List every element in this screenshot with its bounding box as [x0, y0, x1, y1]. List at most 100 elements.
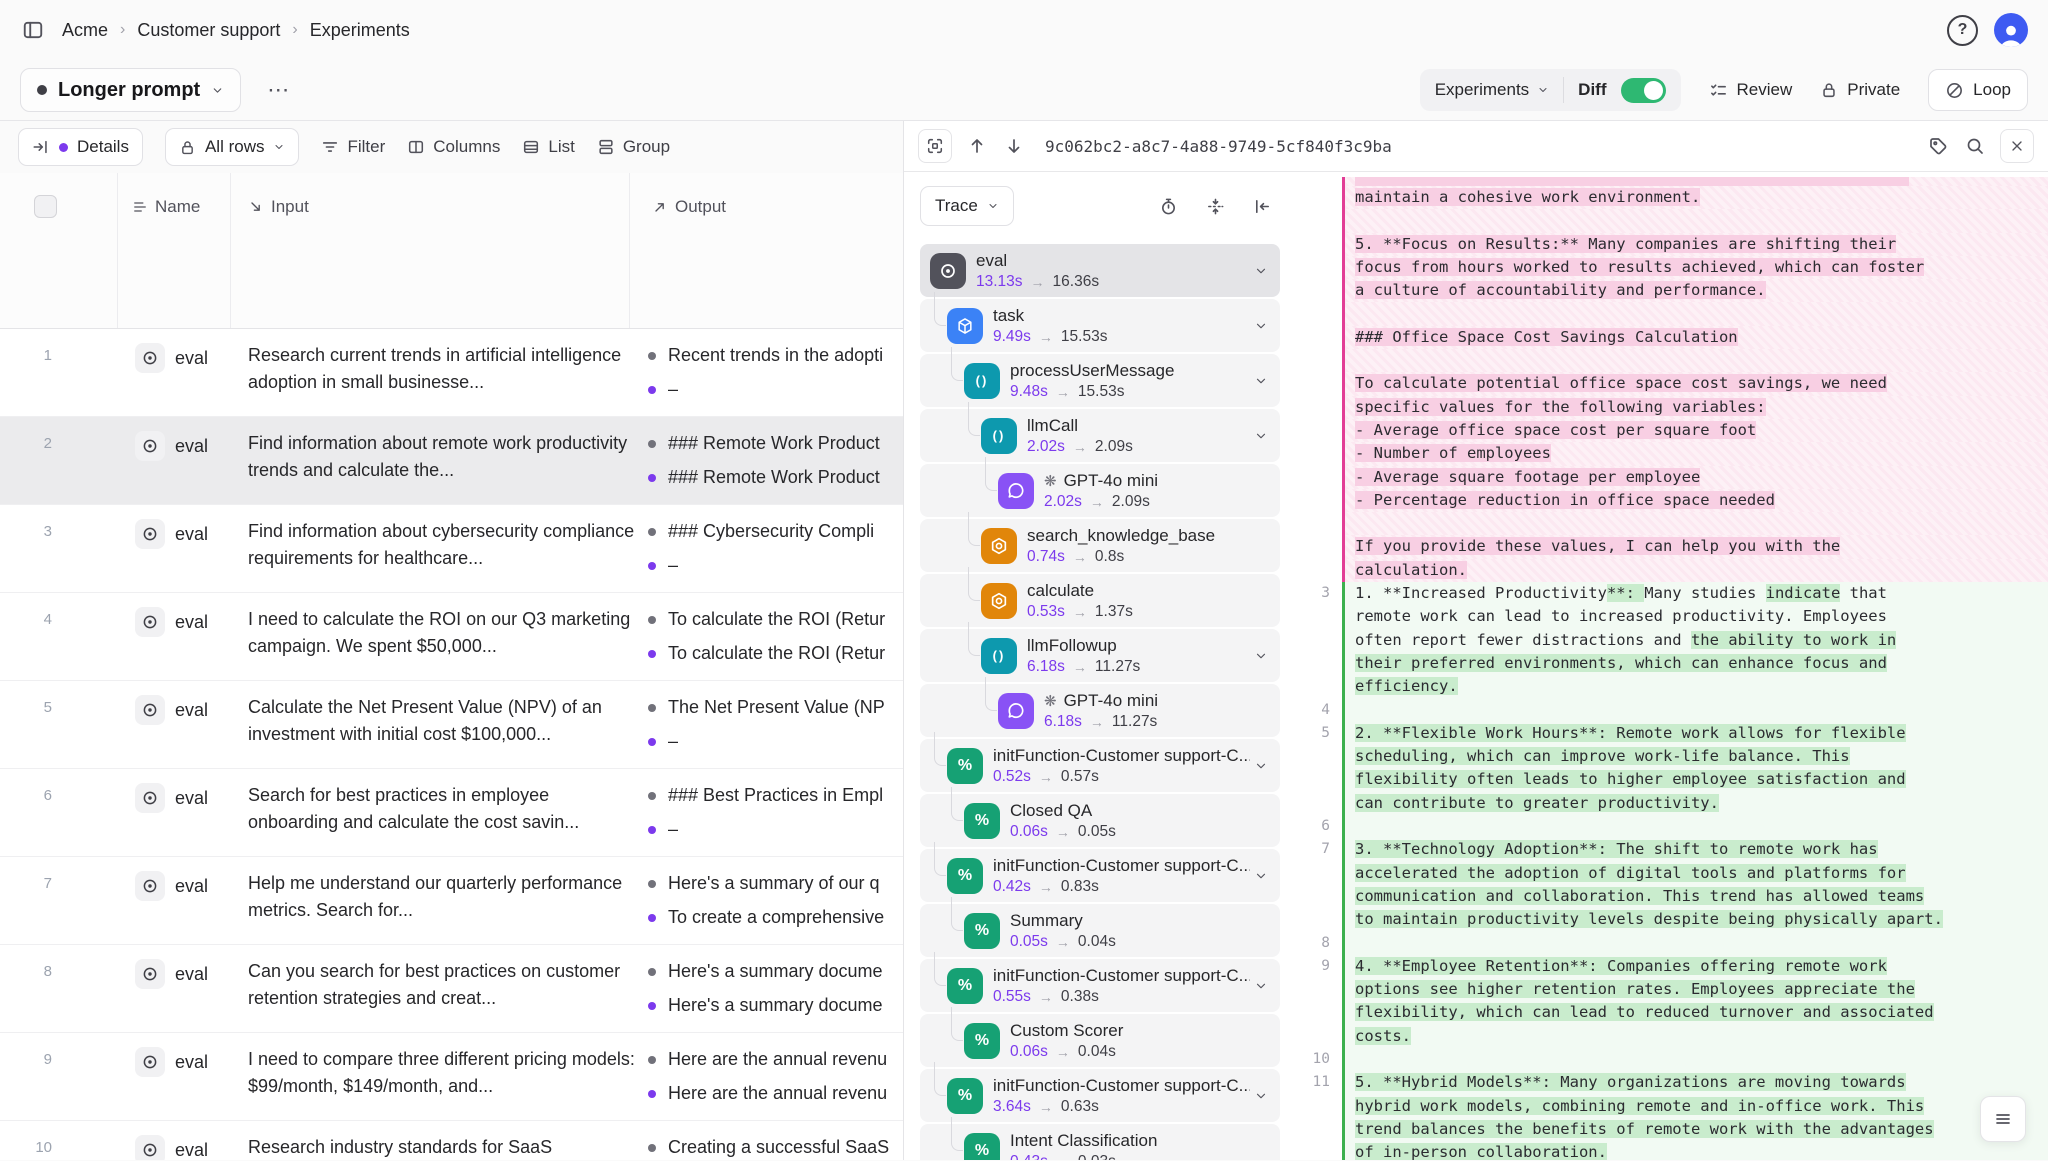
- column-header-name[interactable]: Name: [132, 197, 200, 217]
- previous-row-button[interactable]: [965, 134, 989, 158]
- diff-line-removed: [1292, 302, 2048, 325]
- close-panel-button[interactable]: [2000, 129, 2034, 163]
- table-row[interactable]: 3evalFind information about cybersecurit…: [0, 505, 903, 593]
- columns-icon: [407, 138, 425, 156]
- trace-span-row[interactable]: task9.49s→15.53s: [920, 299, 1280, 352]
- table-row[interactable]: 1evalResearch current trends in artifici…: [0, 329, 903, 417]
- list-icon: [522, 138, 540, 156]
- span-total: 16.36s: [1053, 273, 1100, 291]
- trace-span-row[interactable]: %Custom Scorer0.06s→0.04s: [920, 1014, 1280, 1067]
- table-row[interactable]: 5evalCalculate the Net Present Value (NP…: [0, 681, 903, 769]
- trace-view-dropdown[interactable]: Trace: [920, 186, 1014, 226]
- column-header-input[interactable]: Input: [248, 197, 309, 217]
- diff-line-text: - Average square footage per employee: [1345, 466, 2048, 489]
- table-row[interactable]: 4evalI need to calculate the ROI on our …: [0, 593, 903, 681]
- trace-span-row[interactable]: ()llmFollowup6.18s→11.27s: [920, 629, 1280, 682]
- list-button[interactable]: List: [522, 137, 574, 157]
- select-all-checkbox[interactable]: [34, 195, 57, 218]
- diff-line-number: [1292, 1141, 1342, 1160]
- sidebar-toggle-icon[interactable]: [20, 17, 46, 43]
- cell-output: Here's a summary of our qTo create a com…: [648, 873, 903, 928]
- span-timing: 0.52s→0.57s: [993, 768, 1250, 786]
- chevron-down-icon[interactable]: [1254, 649, 1268, 663]
- private-button[interactable]: Private: [1820, 80, 1900, 100]
- output-line-1: Here's a summary of our q: [648, 873, 903, 894]
- arrow-right-icon: →: [1039, 329, 1053, 345]
- chevron-down-icon[interactable]: [1254, 319, 1268, 333]
- table-row[interactable]: 7evalHelp me understand our quarterly pe…: [0, 857, 903, 945]
- chevron-down-icon[interactable]: [1254, 759, 1268, 773]
- experiment-selector[interactable]: Longer prompt: [20, 68, 241, 112]
- trace-span-row[interactable]: search_knowledge_base0.74s→0.8s: [920, 519, 1280, 572]
- output-dot-icon: [648, 650, 656, 658]
- span-timing: 0.55s→0.38s: [993, 988, 1250, 1006]
- table-row[interactable]: 8evalCan you search for best practices o…: [0, 945, 903, 1033]
- outline-button[interactable]: [1980, 1096, 2026, 1142]
- diff-line-number: [1292, 908, 1342, 931]
- next-row-button[interactable]: [1002, 134, 1026, 158]
- avatar[interactable]: [1994, 13, 2028, 47]
- chevron-down-icon[interactable]: [1254, 264, 1268, 278]
- span-name: calculate: [1027, 581, 1250, 601]
- more-actions-button[interactable]: ⋯: [259, 73, 298, 107]
- trace-span-row[interactable]: %Intent Classification0.43s→0.03s: [920, 1124, 1280, 1160]
- span-timing: 13.13s→16.36s: [976, 273, 1250, 291]
- collapse-rows-button[interactable]: [1204, 195, 1227, 218]
- expand-trace-button[interactable]: [918, 129, 952, 163]
- eval-icon: [135, 343, 165, 373]
- diff-line-number: [1292, 792, 1342, 815]
- span-total: 0.04s: [1078, 1043, 1116, 1061]
- collapse-panel-button[interactable]: [1251, 195, 1274, 218]
- details-button[interactable]: Details: [18, 128, 143, 166]
- help-icon[interactable]: ?: [1947, 15, 1978, 46]
- chevron-down-icon[interactable]: [1254, 979, 1268, 993]
- search-button[interactable]: [1963, 134, 1987, 158]
- breadcrumb-org[interactable]: Acme: [62, 20, 108, 41]
- breadcrumb-project[interactable]: Customer support: [137, 20, 280, 41]
- trace-span-row[interactable]: calculate0.53s→1.37s: [920, 574, 1280, 627]
- breadcrumb-section[interactable]: Experiments: [310, 20, 410, 41]
- diff-line-text: - Average office space cost per square f…: [1345, 419, 2048, 442]
- cell-output: To calculate the ROI (ReturTo calculate …: [648, 609, 903, 664]
- trace-span-row[interactable]: eval13.13s→16.36s: [920, 244, 1280, 297]
- group-button[interactable]: Group: [597, 137, 670, 157]
- table-row[interactable]: 2evalFind information about remote work …: [0, 417, 903, 505]
- review-button[interactable]: Review: [1709, 80, 1793, 100]
- trace-span-row[interactable]: ()llmCall2.02s→2.09s: [920, 409, 1280, 462]
- trace-span-row[interactable]: %Summary0.05s→0.04s: [920, 904, 1280, 957]
- table-row[interactable]: 9evalI need to compare three different p…: [0, 1033, 903, 1121]
- table-row[interactable]: 6evalSearch for best practices in employ…: [0, 769, 903, 857]
- diff-line-text: [1345, 932, 2048, 955]
- diff-line-removed: [1292, 209, 2048, 232]
- filter-button[interactable]: Filter: [321, 137, 385, 157]
- tag-button[interactable]: [1926, 134, 1950, 158]
- cell-input: Find information about cybersecurity com…: [248, 518, 644, 572]
- columns-button[interactable]: Columns: [407, 137, 500, 157]
- view-mode-dropdown[interactable]: Experiments: [1435, 80, 1549, 100]
- span-name: Intent Classification: [1010, 1131, 1250, 1151]
- chevron-down-icon[interactable]: [1254, 869, 1268, 883]
- trace-span-row[interactable]: ❋GPT-4o mini6.18s→11.27s: [920, 684, 1280, 737]
- chevron-down-icon[interactable]: [1254, 429, 1268, 443]
- chevron-down-icon[interactable]: [1254, 1089, 1268, 1103]
- table-row[interactable]: 10evalResearch industry standards for Sa…: [0, 1121, 903, 1160]
- trace-span-row[interactable]: %Closed QA0.06s→0.05s: [920, 794, 1280, 847]
- chevron-down-icon[interactable]: [1254, 374, 1268, 388]
- table-toolbar: Details All rows Filter Columns List: [0, 121, 903, 173]
- table-header: Name Input Output: [0, 173, 903, 329]
- trace-span-row[interactable]: %initFunction-Customer support-C...0.55s…: [920, 959, 1280, 1012]
- timer-icon: [1159, 197, 1178, 216]
- rows-filter-dropdown[interactable]: All rows: [165, 128, 300, 166]
- diff-line-added: scheduling, which can improve work-life …: [1292, 745, 2048, 768]
- diff-toggle[interactable]: [1621, 78, 1666, 103]
- row-index: 8: [0, 963, 52, 980]
- span-timing: 0.74s→0.8s: [1027, 548, 1250, 566]
- loop-button[interactable]: Loop: [1928, 69, 2028, 111]
- trace-span-row[interactable]: ()processUserMessage9.48s→15.53s: [920, 354, 1280, 407]
- trace-span-row[interactable]: %initFunction-Customer support-C...0.42s…: [920, 849, 1280, 902]
- trace-span-row[interactable]: ❋GPT-4o mini2.02s→2.09s: [920, 464, 1280, 517]
- trace-span-row[interactable]: %initFunction-Customer support-C...0.52s…: [920, 739, 1280, 792]
- column-header-output[interactable]: Output: [652, 197, 726, 217]
- timing-button[interactable]: [1157, 195, 1180, 218]
- trace-span-row[interactable]: %initFunction-Customer support-C...3.64s…: [920, 1069, 1280, 1122]
